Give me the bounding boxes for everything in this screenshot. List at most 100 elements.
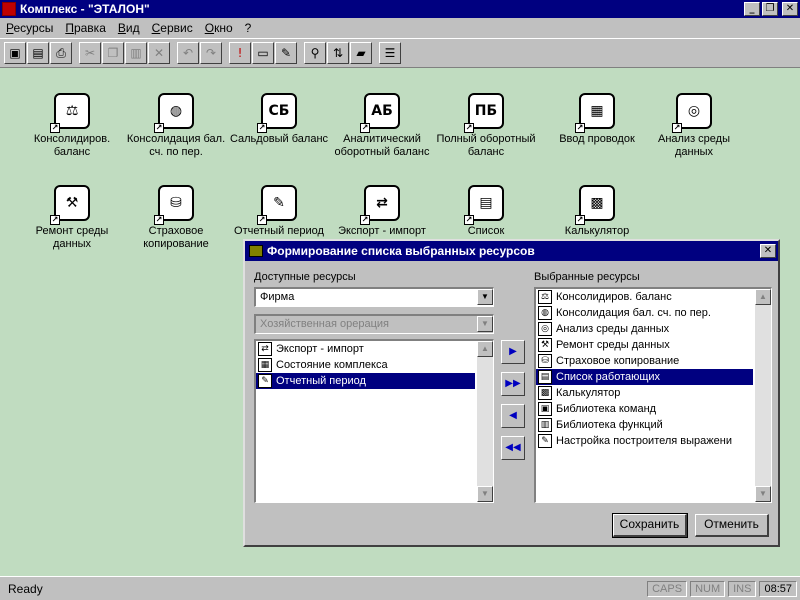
list-item[interactable]: ◍ Консолидация бал. сч. по пер. xyxy=(536,305,753,321)
desktop-shortcut[interactable]: ◎ ↗ Анализ среды данных xyxy=(642,93,746,159)
desktop-shortcut-label: Полный оборотный баланс xyxy=(436,133,536,158)
list-item[interactable]: ⛁ Страховое копирование xyxy=(536,353,753,369)
properties-icon[interactable]: ☰ xyxy=(379,42,401,64)
report-period-icon[interactable]: ✎ ↗ xyxy=(257,185,297,225)
copy-icon[interactable]: ❐ xyxy=(102,42,124,64)
minimize-button[interactable]: _ xyxy=(744,2,760,16)
desktop-shortcut[interactable]: ◍ ↗ Консолидация бал. сч. по пер. xyxy=(124,93,228,159)
desktop-shortcut[interactable]: ПБ ↗ Полный оборотный баланс xyxy=(434,93,538,159)
ab-document-icon[interactable]: АБ ↗ xyxy=(360,93,400,133)
cancel-button[interactable]: Отменить xyxy=(695,514,769,537)
open-folder-icon[interactable]: ▰ xyxy=(350,42,372,64)
list-item[interactable]: ▦ Состояние комплекса xyxy=(256,357,475,373)
close-button[interactable]: ✕ xyxy=(782,2,798,16)
menu-item[interactable]: Окно xyxy=(199,21,239,35)
tools-icon[interactable]: ⚒ ↗ xyxy=(50,185,90,225)
desktop-shortcut-label: Экспорт - импорт xyxy=(338,225,426,237)
resource-group-combo[interactable]: Фирма ▼ xyxy=(254,287,494,307)
list-item[interactable]: ⚒ Ремонт среды данных xyxy=(536,337,753,353)
selected-resources-list[interactable]: ⚖ Консолидиров. баланс ◍ Консолидация бал. … xyxy=(534,287,772,503)
selected-list-scrollbar[interactable]: ▲ ▼ xyxy=(755,289,771,502)
save-button[interactable]: Сохранить xyxy=(612,513,688,538)
globe-scales-icon[interactable]: ◍ ↗ xyxy=(154,93,194,133)
sort-icon[interactable]: ⇅ xyxy=(327,42,349,64)
delete-icon[interactable]: ✕ xyxy=(148,42,170,64)
list-item[interactable]: ▥ Библиотека функций xyxy=(536,417,753,433)
ledger-icon[interactable]: ▦ ↗ xyxy=(575,93,615,133)
list-item[interactable]: ▩ Калькулятор xyxy=(536,385,753,401)
move-left-button[interactable]: ◀ xyxy=(501,404,525,428)
desktop-shortcut[interactable]: АБ ↗ Аналитический оборотный баланс xyxy=(330,93,434,159)
sb-document-icon[interactable]: СБ ↗ xyxy=(257,93,297,133)
list-item[interactable]: ⇄ Экспорт - импорт xyxy=(256,341,475,357)
pb-document-icon[interactable]: ПБ ↗ xyxy=(464,93,504,133)
menu-item[interactable]: Правка xyxy=(59,21,112,35)
print-icon[interactable]: ⎙ xyxy=(50,42,72,64)
tools-icon: ⚒ xyxy=(538,338,552,352)
list-item[interactable]: ✎ Настройка построителя выражени xyxy=(536,433,753,449)
dialog-close-button[interactable]: ✕ xyxy=(760,244,776,258)
scales-icon[interactable]: ⚖ ↗ xyxy=(50,93,90,133)
menu-item[interactable]: Сервис xyxy=(146,21,199,35)
selected-resources-label: Выбранные ресурсы xyxy=(534,271,640,283)
find-icon[interactable]: ⚲ xyxy=(304,42,326,64)
undo-icon[interactable]: ↶ xyxy=(177,42,199,64)
cut-icon[interactable]: ✂ xyxy=(79,42,101,64)
shortcut-arrow-icon: ↗ xyxy=(672,123,682,133)
available-resources-list[interactable]: ⇄ Экспорт - импорт ▦ Состояние комплекса ✎ От… xyxy=(254,339,494,503)
move-all-right-button[interactable]: ▶▶ xyxy=(501,372,525,396)
scroll-up-icon[interactable]: ▲ xyxy=(477,341,493,357)
scroll-up-icon[interactable]: ▲ xyxy=(755,289,771,305)
list-item[interactable]: ◎ Анализ среды данных xyxy=(536,321,753,337)
edit-document-icon[interactable]: ✎ xyxy=(275,42,297,64)
new-document-icon[interactable]: ▭ xyxy=(252,42,274,64)
list-item[interactable]: ✎ Отчетный период xyxy=(256,373,475,389)
app-icon[interactable] xyxy=(2,2,16,16)
list-item-label: Список работающих xyxy=(556,371,661,383)
desktop-shortcut[interactable]: ⚒ ↗ Ремонт среды данных xyxy=(20,185,124,251)
calculator-icon[interactable]: ▩ ↗ xyxy=(575,185,615,225)
resource-subgroup-combo[interactable]: Хозяйственная орерация ▼ xyxy=(254,314,494,334)
scroll-down-icon[interactable]: ▼ xyxy=(477,486,493,502)
chevron-down-icon[interactable]: ▼ xyxy=(477,289,493,305)
available-list-scrollbar[interactable]: ▲ ▼ xyxy=(477,341,493,502)
scroll-down-icon[interactable]: ▼ xyxy=(755,486,771,502)
desktop-shortcut[interactable]: ▦ ↗ Ввод проводок xyxy=(545,93,649,146)
chevron-down-icon[interactable]: ▼ xyxy=(477,316,493,332)
list-item[interactable]: ▤ Список работающих xyxy=(536,369,753,385)
resource-subgroup-value: Хозяйственная орерация xyxy=(260,318,389,330)
move-right-button[interactable]: ▶ xyxy=(501,340,525,364)
status-text: Ready xyxy=(8,581,43,596)
desktop-shortcut[interactable]: ⛁ ↗ Страховое копирование xyxy=(124,185,228,251)
export-import-icon[interactable]: ⇄ ↗ xyxy=(360,185,400,225)
menu-item[interactable]: Вид xyxy=(112,21,146,35)
expression-builder-icon: ✎ xyxy=(538,434,552,448)
exclamation-icon[interactable]: ! xyxy=(229,42,251,64)
shortcut-arrow-icon: ↗ xyxy=(575,123,585,133)
list-item-label: Настройка построителя выражени xyxy=(556,435,732,447)
desktop-shortcut[interactable]: ⇄ ↗ Экспорт - импорт xyxy=(330,185,434,238)
paste-icon[interactable]: ▥ xyxy=(125,42,147,64)
book-icon[interactable]: ▤ ↗ xyxy=(464,185,504,225)
desktop-shortcut[interactable]: СБ ↗ Сальдовый баланс xyxy=(227,93,331,146)
restore-button[interactable]: ❐ xyxy=(762,2,778,16)
desktop-shortcut[interactable]: ▩ ↗ Калькулятор xyxy=(545,185,649,238)
list-item[interactable]: ⚖ Консолидиров. баланс xyxy=(536,289,753,305)
analysis-glasses-icon[interactable]: ◎ ↗ xyxy=(672,93,712,133)
backup-icon[interactable]: ⛁ ↗ xyxy=(154,185,194,225)
desktop-shortcut[interactable]: ⚖ ↗ Консолидиров. баланс xyxy=(20,93,124,159)
status-bar: Ready CAPS NUM INS 08:57 xyxy=(0,576,800,600)
redo-icon[interactable]: ↷ xyxy=(200,42,222,64)
print-preview-icon[interactable]: ▤ xyxy=(27,42,49,64)
menu-item[interactable]: Ресурсы xyxy=(0,21,59,35)
list-item[interactable]: ▣ Библиотека команд xyxy=(536,401,753,417)
move-all-left-button[interactable]: ◀◀ xyxy=(501,436,525,460)
shortcut-arrow-icon: ↗ xyxy=(464,123,474,133)
desktop-shortcut[interactable]: ✎ ↗ Отчетный период xyxy=(227,185,331,238)
desktop-shortcut[interactable]: ▤ ↗ Список xyxy=(434,185,538,238)
shortcut-arrow-icon: ↗ xyxy=(360,215,370,225)
ins-indicator: INS xyxy=(728,580,757,597)
shortcut-arrow-icon: ↗ xyxy=(360,123,370,133)
save-icon[interactable]: ▣ xyxy=(4,42,26,64)
menu-item[interactable]: ? xyxy=(239,21,258,35)
